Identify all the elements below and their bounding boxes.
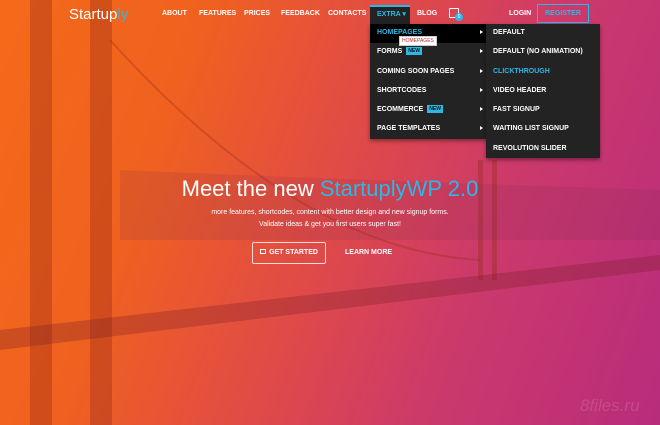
hero-subtitle-line2: Validate ideas & get you first users sup… (259, 221, 401, 228)
submenu-video-header[interactable]: VIDEO HEADER (486, 82, 600, 101)
submenu-clickthrough[interactable]: CLICKTHROUGH (486, 63, 600, 82)
menu-item-forms[interactable]: FORMS NEW (370, 43, 489, 62)
chevron-right-icon (480, 87, 483, 92)
nav-feedback[interactable]: FEEDBACK (281, 10, 320, 17)
submenu-default[interactable]: DEFAULT (486, 24, 600, 43)
nav-blog[interactable]: BLOG (417, 10, 437, 17)
menu-item-page-templates[interactable]: PAGE TEMPLATES (370, 120, 489, 139)
hero-title: Meet the new StartuplyWP 2.0 (181, 176, 479, 201)
menu-item-ecommerce[interactable]: ECOMMERCE NEW (370, 101, 489, 120)
new-badge: NEW (406, 47, 422, 56)
learn-more-link[interactable]: LEARN MORE (345, 249, 392, 256)
tooltip: HOMEPAGES (399, 36, 437, 46)
submenu-revolution-slider[interactable]: REVOLUTION SLIDER (486, 140, 600, 159)
menu-item-shortcodes[interactable]: SHORTCODES (370, 82, 489, 101)
nav-contacts[interactable]: CONTACTS (328, 10, 366, 17)
menu-item-coming-soon[interactable]: COMING SOON PAGES (370, 63, 489, 82)
homepages-submenu: DEFAULT DEFAULT (NO ANIMATION) CLICKTHRO… (486, 24, 600, 158)
submenu-fast-signup[interactable]: FAST SIGNUP (486, 101, 600, 120)
nav-login[interactable]: LOGIN (509, 10, 531, 17)
watermark: 8files.ru (580, 396, 640, 415)
chevron-right-icon (480, 107, 483, 112)
nav-about[interactable]: ABOUT (162, 10, 187, 17)
chevron-right-icon (480, 126, 483, 131)
nav-prices[interactable]: PRICES (244, 10, 270, 17)
get-started-button[interactable]: GET STARTED (252, 242, 326, 264)
submenu-default-no-animation[interactable]: DEFAULT (NO ANIMATION) (486, 43, 600, 62)
new-badge: NEW (427, 105, 443, 114)
nav-extra[interactable]: EXTRA ▾ (370, 5, 410, 24)
chevron-right-icon (480, 49, 483, 54)
register-button[interactable]: REGISTER (537, 4, 589, 23)
chevron-right-icon (480, 68, 483, 73)
chevron-right-icon (480, 30, 483, 34)
logo[interactable]: Startuply (69, 6, 128, 23)
nav-features[interactable]: FEATURES (199, 10, 236, 17)
submenu-waiting-list-signup[interactable]: WAITING LIST SIGNUP (486, 120, 600, 139)
hero-subtitle-line1: more features, shortcodes, content with … (211, 209, 449, 216)
briefcase-icon (260, 249, 267, 254)
cart-count-badge: 0 (455, 13, 463, 21)
